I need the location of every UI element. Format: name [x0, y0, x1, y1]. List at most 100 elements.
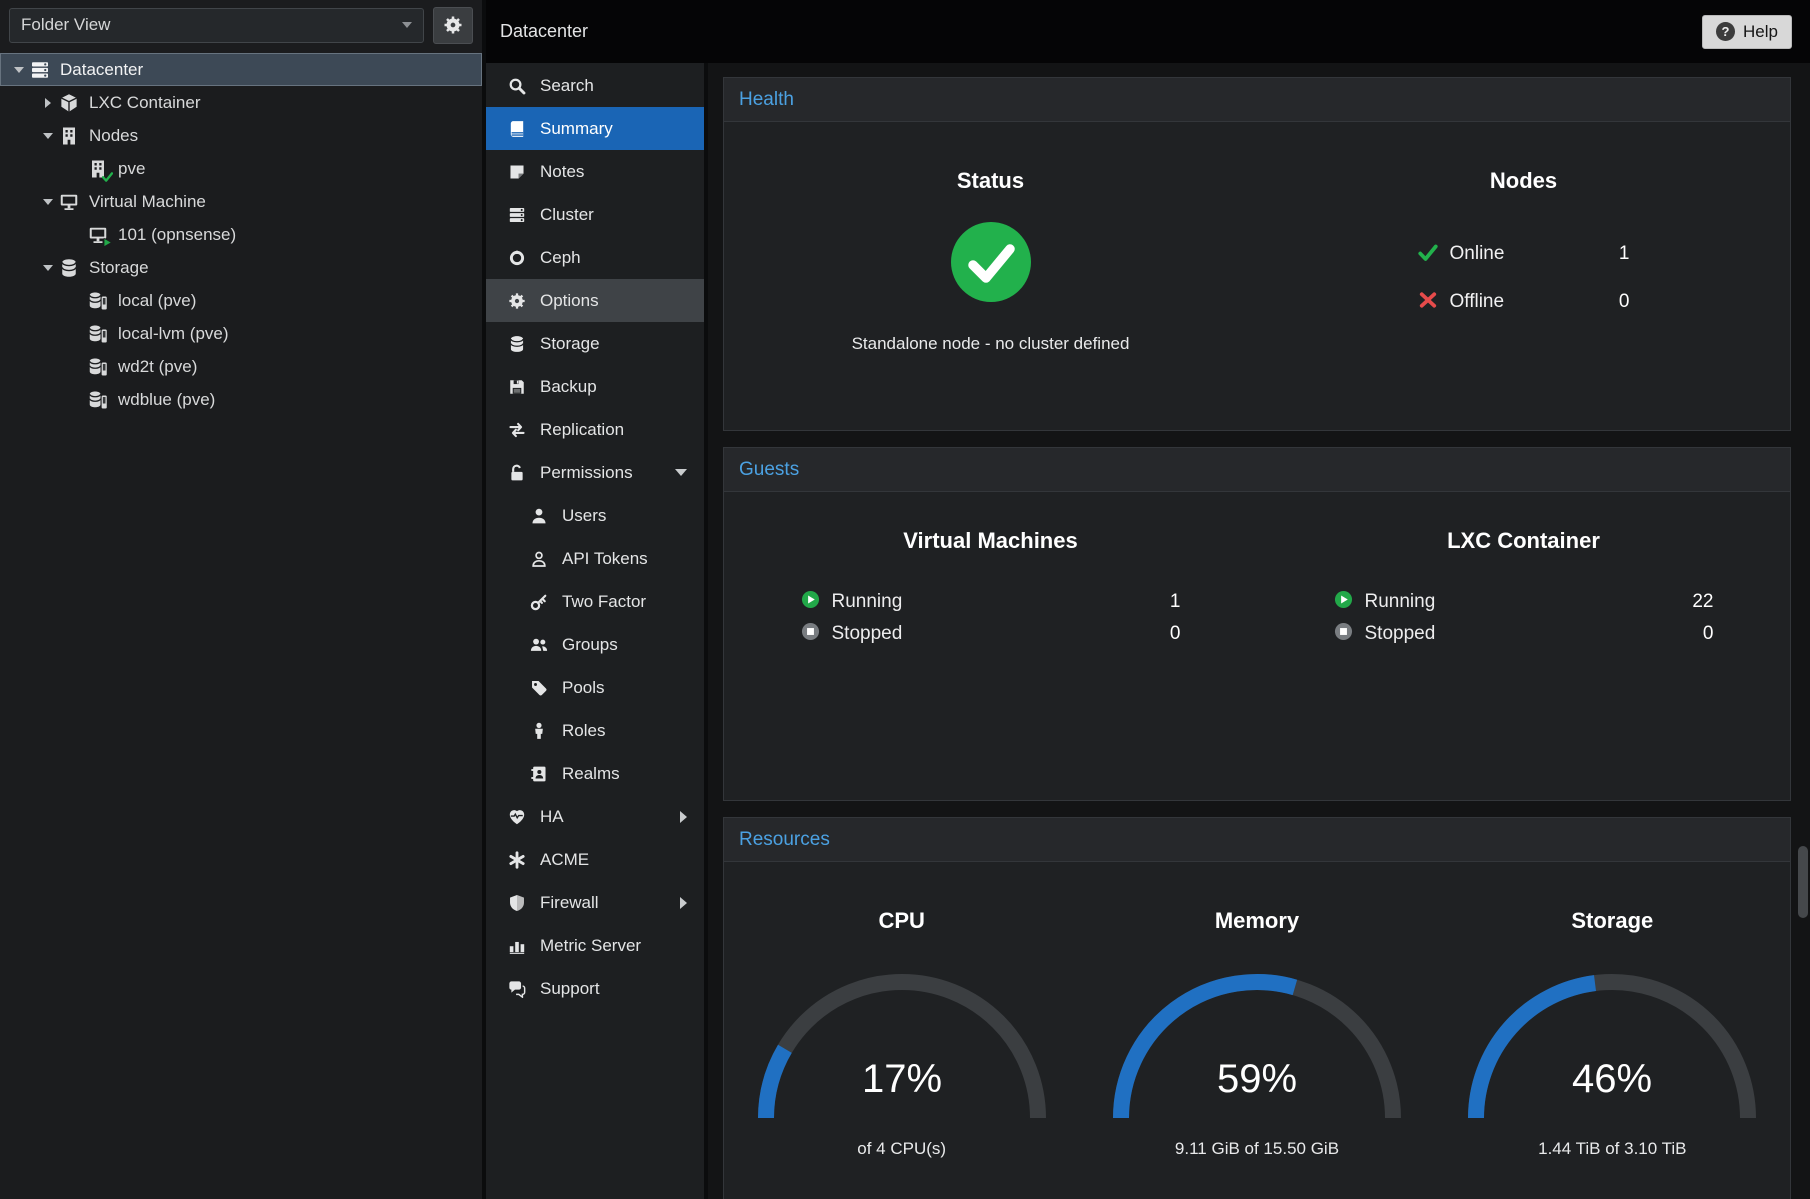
- menu-item-options[interactable]: Options: [486, 279, 704, 322]
- sticky-icon: [507, 163, 527, 181]
- menu-item-ha[interactable]: HA: [486, 795, 704, 838]
- guest-row-stopped: Stopped0: [1334, 618, 1714, 650]
- chevron-down-icon: [402, 22, 412, 28]
- view-mode-select[interactable]: Folder View: [9, 8, 424, 43]
- tree-item-local-pve[interactable]: local (pve): [0, 284, 482, 317]
- abook-icon: [529, 765, 549, 783]
- menu-item-summary[interactable]: Summary: [486, 107, 704, 150]
- menu-item-pools[interactable]: Pools: [486, 666, 704, 709]
- menu-item-permissions[interactable]: Permissions: [486, 451, 704, 494]
- menu-item-storage[interactable]: Storage: [486, 322, 704, 365]
- tree-item-pve[interactable]: pve: [0, 152, 482, 185]
- stop-circle-icon: [1334, 622, 1353, 646]
- menu-item-label: Support: [540, 979, 600, 999]
- tree-item-wd2t-pve[interactable]: wd2t (pve): [0, 350, 482, 383]
- tree-item-label: local-lvm (pve): [118, 324, 229, 344]
- person-icon: [529, 722, 549, 740]
- node-status-label: Online: [1450, 243, 1607, 265]
- book-icon: [507, 120, 527, 138]
- collapse-arrow-icon[interactable]: [39, 265, 56, 271]
- ceph-icon: [507, 249, 527, 267]
- dbdrive-icon: [85, 357, 111, 377]
- menu-item-label: ACME: [540, 850, 589, 870]
- unlock-icon: [507, 464, 527, 482]
- menu-item-users[interactable]: Users: [486, 494, 704, 537]
- tree-item-local-lvm-pve[interactable]: local-lvm (pve): [0, 317, 482, 350]
- menu-item-groups[interactable]: Groups: [486, 623, 704, 666]
- menu-item-search[interactable]: Search: [486, 64, 704, 107]
- gauge-fill: [766, 1049, 785, 1118]
- key-icon: [529, 593, 549, 611]
- check-icon: [1418, 242, 1438, 267]
- guest-column-lxc-container: LXC Container Running22Stopped0: [1257, 492, 1790, 800]
- guest-state-value: 1: [1170, 591, 1181, 613]
- tree-item-virtual-machine[interactable]: Virtual Machine: [0, 185, 482, 218]
- tree-item-wdblue-pve[interactable]: wdblue (pve): [0, 383, 482, 416]
- nodes-rows: Online1Offline0: [1418, 230, 1630, 326]
- guest-row-running: Running22: [1334, 586, 1714, 618]
- collapse-arrow-icon[interactable]: [39, 199, 56, 205]
- guest-column-heading: LXC Container: [1334, 528, 1714, 554]
- menu-item-support[interactable]: Support: [486, 967, 704, 1010]
- menu-item-firewall[interactable]: Firewall: [486, 881, 704, 924]
- menu-item-ceph[interactable]: Ceph: [486, 236, 704, 279]
- menu-item-replication[interactable]: Replication: [486, 408, 704, 451]
- tree-item-101-opnsense[interactable]: 101 (opnsense): [0, 218, 482, 251]
- servers-icon: [27, 60, 53, 80]
- node-status-row-online: Online1: [1418, 230, 1630, 278]
- floppy-icon: [507, 378, 527, 396]
- menu-item-label: Roles: [562, 721, 605, 741]
- menu-item-roles[interactable]: Roles: [486, 709, 704, 752]
- check-badge-icon: [102, 171, 113, 182]
- menu-item-acme[interactable]: ACME: [486, 838, 704, 881]
- right-body: SearchSummaryNotesClusterCephOptions Stor…: [486, 63, 1810, 1199]
- scrollbar-thumb[interactable]: [1798, 846, 1808, 918]
- gauge-subtext: 1.44 TiB of 3.10 TiB: [1538, 1139, 1686, 1159]
- menu-item-two-factor[interactable]: Two Factor: [486, 580, 704, 623]
- resources-panel-header: Resources: [723, 817, 1791, 861]
- caret-right-icon: [680, 897, 687, 909]
- tree-settings-button[interactable]: [433, 7, 473, 44]
- nodes-heading: Nodes: [1490, 168, 1557, 194]
- menu-item-label: Pools: [562, 678, 605, 698]
- collapse-arrow-icon[interactable]: [39, 133, 56, 139]
- tree-item-storage[interactable]: Storage: [0, 251, 482, 284]
- help-button[interactable]: ? Help: [1702, 15, 1792, 49]
- resources-title: Resources: [739, 829, 830, 851]
- play-badge-icon: [102, 237, 113, 248]
- status-message: Standalone node - no cluster defined: [852, 334, 1130, 354]
- shield-icon: [507, 894, 527, 912]
- menu-item-label: Storage: [540, 334, 600, 354]
- expand-arrow-icon[interactable]: [39, 98, 56, 108]
- desktop-icon: [85, 225, 111, 245]
- tree-item-label: LXC Container: [89, 93, 201, 113]
- menu-item-api-tokens[interactable]: API Tokens: [486, 537, 704, 580]
- guest-row-running: Running1: [801, 586, 1181, 618]
- menu-item-backup[interactable]: Backup: [486, 365, 704, 408]
- resource-tree: Datacenter LXC Container NodespveVirtual M…: [0, 50, 482, 1199]
- tree-item-label: 101 (opnsense): [118, 225, 236, 245]
- menu-item-notes[interactable]: Notes: [486, 150, 704, 193]
- stop-circle-icon: [801, 622, 820, 646]
- collapse-arrow-icon[interactable]: [10, 67, 27, 73]
- tree-item-nodes[interactable]: Nodes: [0, 119, 482, 152]
- menu-item-metric-server[interactable]: Metric Server: [486, 924, 704, 967]
- tree-item-lxc-container[interactable]: LXC Container: [0, 86, 482, 119]
- servers-icon: [507, 206, 527, 224]
- gauge-title: Memory: [1215, 908, 1299, 934]
- menu-item-cluster[interactable]: Cluster: [486, 193, 704, 236]
- tree-item-datacenter[interactable]: Datacenter: [0, 53, 482, 86]
- gear-icon: [507, 292, 527, 310]
- gauge-block-cpu: CPU17%of 4 CPU(s): [724, 862, 1079, 1159]
- guest-state-label: Running: [1365, 591, 1436, 613]
- gauge-memory: 59%: [1107, 972, 1407, 1130]
- resources-body: CPU17%of 4 CPU(s)Memory59%9.11 GiB of 15…: [723, 861, 1791, 1199]
- status-column: Status Standalone node - no cluster defi…: [724, 122, 1257, 430]
- dbdrive-icon: [85, 390, 111, 410]
- guest-state-value: 0: [1703, 623, 1714, 645]
- menu-item-realms[interactable]: Realms: [486, 752, 704, 795]
- resources-panel: Resources CPU17%of 4 CPU(s)Memory59%9.11…: [723, 817, 1791, 1199]
- gauge-cpu: 17%: [752, 972, 1052, 1130]
- menu-item-label: Firewall: [540, 893, 599, 913]
- health-panel-header: Health: [723, 77, 1791, 121]
